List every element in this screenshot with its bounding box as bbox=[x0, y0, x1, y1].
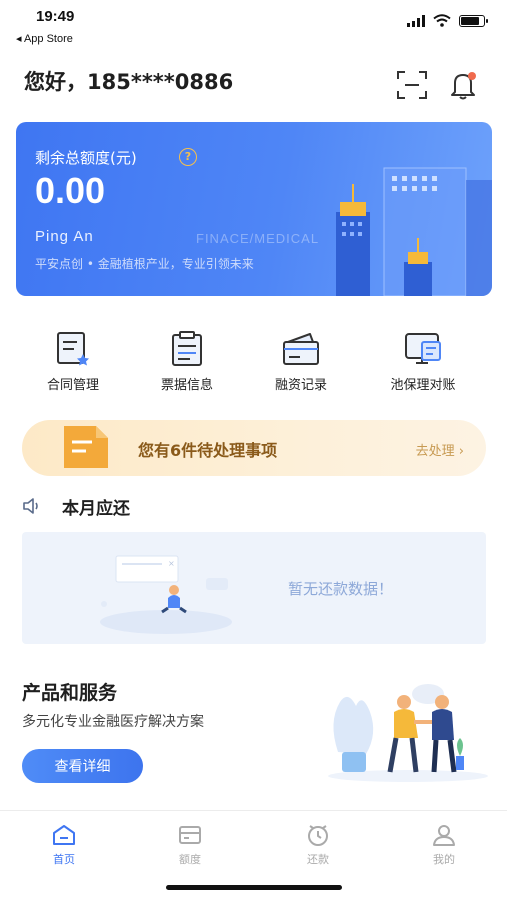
back-to-app-store-link[interactable]: ◂ App Store bbox=[16, 32, 73, 45]
empty-repayment-text: 暂无还款数据！ bbox=[288, 580, 394, 598]
tab-home[interactable]: 首页 bbox=[34, 823, 94, 867]
quick-item-bill[interactable]: 票据信息 bbox=[132, 330, 242, 393]
tab-limit[interactable]: 额度 bbox=[160, 823, 220, 867]
svg-text:×: × bbox=[168, 559, 175, 568]
status-bar: 19:49 ◂ App Store bbox=[0, 0, 507, 52]
quick-item-label: 合同管理 bbox=[46, 378, 99, 393]
tab-label: 首页 bbox=[53, 853, 75, 866]
scan-icon[interactable] bbox=[396, 70, 428, 100]
card-icon bbox=[179, 826, 201, 844]
speaker-icon bbox=[23, 498, 38, 514]
balance-card[interactable]: 剩余总额度(元) ? 0.00 Ping An FINACE/MEDICAL 平… bbox=[16, 122, 492, 296]
quick-item-financing-record[interactable]: 融资记录 bbox=[246, 330, 356, 393]
quick-item-reconcile[interactable]: 池保理对账 bbox=[368, 330, 478, 393]
tab-label: 额度 bbox=[179, 853, 201, 866]
pending-tasks-text: 您有6件待处理事项 bbox=[138, 441, 278, 460]
tab-label: 还款 bbox=[307, 853, 329, 866]
bill-icon bbox=[172, 331, 202, 366]
quick-item-label: 票据信息 bbox=[160, 378, 213, 393]
city-buildings-illustration bbox=[336, 167, 492, 296]
status-icons bbox=[407, 14, 488, 27]
view-details-button[interactable]: 查看详细 bbox=[22, 749, 143, 783]
handshake-illustration bbox=[328, 684, 488, 782]
quick-item-label: 融资记录 bbox=[274, 378, 327, 393]
reconcile-icon bbox=[405, 333, 441, 364]
tab-label: 我的 bbox=[433, 853, 455, 866]
repayment-title: 本月应还 bbox=[62, 499, 130, 519]
products-subtitle: 多元化专业金融医疗解决方案 bbox=[22, 714, 204, 730]
quick-item-label: 池保理对账 bbox=[390, 378, 456, 393]
cellular-signal-icon bbox=[407, 14, 425, 27]
document-icon bbox=[64, 426, 108, 468]
wifi-icon bbox=[433, 14, 451, 27]
empty-state-illustration: × bbox=[100, 555, 232, 634]
help-icon[interactable]: ? bbox=[179, 148, 197, 166]
status-time: 19:49 bbox=[36, 8, 75, 25]
financing-record-icon bbox=[283, 333, 319, 365]
products-title: 产品和服务 bbox=[22, 682, 118, 704]
quick-item-contract[interactable]: 合同管理 bbox=[18, 330, 128, 393]
user-icon bbox=[433, 825, 455, 846]
brand-slogan: 平安点创 • 金融植根产业，专业引领未来 bbox=[35, 257, 254, 271]
home-indicator bbox=[166, 885, 342, 890]
bell-icon[interactable] bbox=[446, 68, 480, 102]
quick-menu: 合同管理 票据信息 融资记录 池保理对账 bbox=[16, 330, 492, 400]
brand-name: Ping An bbox=[35, 228, 94, 245]
battery-icon bbox=[459, 14, 488, 27]
home-icon bbox=[53, 825, 75, 845]
greeting-text: 您好，185****0886 bbox=[24, 70, 234, 94]
contract-icon bbox=[57, 332, 89, 366]
repayment-empty-state: × 暂无还款数据！ bbox=[22, 532, 486, 644]
go-handle-link[interactable]: 去处理 › bbox=[416, 440, 464, 459]
bottom-tab-bar: 首页 额度 还款 我的 bbox=[0, 810, 507, 900]
tab-repayment[interactable]: 还款 bbox=[288, 823, 348, 867]
card-watermark: FINACE/MEDICAL bbox=[196, 231, 320, 246]
remaining-limit-amount: 0.00 bbox=[35, 170, 106, 211]
remaining-limit-label: 剩余总额度(元) bbox=[35, 149, 137, 167]
pending-tasks-banner[interactable]: 您有6件待处理事项 去处理 › bbox=[22, 420, 486, 476]
tab-mine[interactable]: 我的 bbox=[414, 823, 474, 867]
clock-icon bbox=[308, 825, 328, 846]
